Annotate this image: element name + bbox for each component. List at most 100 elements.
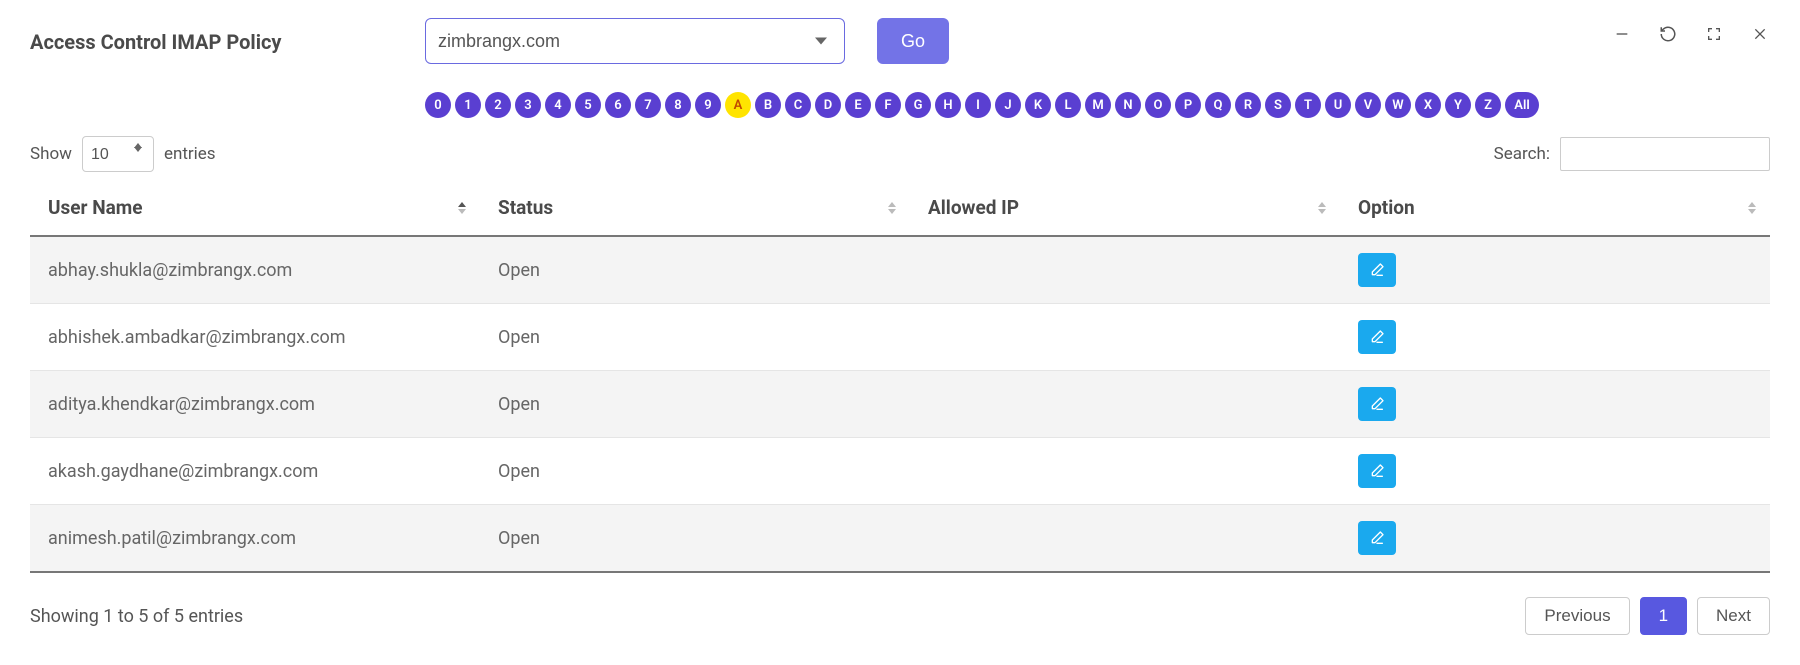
edit-icon	[1369, 463, 1385, 479]
minimize-icon[interactable]	[1612, 24, 1632, 44]
close-icon[interactable]	[1750, 24, 1770, 44]
previous-button[interactable]: Previous	[1525, 597, 1629, 635]
search-label: Search:	[1494, 144, 1550, 164]
col-ip-label: Allowed IP	[928, 196, 1019, 219]
alpha-9[interactable]: 9	[695, 92, 721, 118]
alpha-0[interactable]: 0	[425, 92, 451, 118]
edit-button[interactable]	[1358, 253, 1396, 287]
cell-allowed-ip	[910, 438, 1340, 505]
alpha-all[interactable]: All	[1505, 92, 1539, 118]
col-allowed-ip[interactable]: Allowed IP	[910, 180, 1340, 236]
alpha-y[interactable]: Y	[1445, 92, 1471, 118]
alpha-c[interactable]: C	[785, 92, 811, 118]
alpha-t[interactable]: T	[1295, 92, 1321, 118]
alpha-w[interactable]: W	[1385, 92, 1411, 118]
edit-icon	[1369, 396, 1385, 412]
page-title: Access Control IMAP Policy	[30, 30, 425, 54]
col-option-label: Option	[1358, 196, 1415, 219]
edit-button[interactable]	[1358, 387, 1396, 421]
table-row: akash.gaydhane@zimbrangx.comOpen	[30, 438, 1770, 505]
cell-username: animesh.patil@zimbrangx.com	[30, 505, 480, 573]
go-button[interactable]: Go	[877, 18, 949, 64]
alpha-s[interactable]: S	[1265, 92, 1291, 118]
table-row: abhishek.ambadkar@zimbrangx.comOpen	[30, 304, 1770, 371]
alpha-h[interactable]: H	[935, 92, 961, 118]
edit-icon	[1369, 262, 1385, 278]
cell-option	[1340, 236, 1770, 304]
alpha-6[interactable]: 6	[605, 92, 631, 118]
alpha-u[interactable]: U	[1325, 92, 1351, 118]
cell-status: Open	[480, 438, 910, 505]
length-select[interactable]: 10	[82, 136, 154, 172]
alpha-8[interactable]: 8	[665, 92, 691, 118]
col-username-label: User Name	[48, 196, 143, 219]
alpha-n[interactable]: N	[1115, 92, 1141, 118]
page-1[interactable]: 1	[1640, 597, 1687, 635]
edit-button[interactable]	[1358, 320, 1396, 354]
window-controls	[1612, 24, 1770, 44]
alpha-p[interactable]: P	[1175, 92, 1201, 118]
pagination: Previous 1 Next	[1525, 597, 1770, 635]
cell-allowed-ip	[910, 304, 1340, 371]
alpha-f[interactable]: F	[875, 92, 901, 118]
fullscreen-icon[interactable]	[1704, 24, 1724, 44]
alpha-d[interactable]: D	[815, 92, 841, 118]
alpha-g[interactable]: G	[905, 92, 931, 118]
cell-username: akash.gaydhane@zimbrangx.com	[30, 438, 480, 505]
alpha-3[interactable]: 3	[515, 92, 541, 118]
cell-status: Open	[480, 505, 910, 573]
length-control: Show 10 entries	[30, 136, 216, 172]
alpha-r[interactable]: R	[1235, 92, 1261, 118]
alpha-q[interactable]: Q	[1205, 92, 1231, 118]
alpha-4[interactable]: 4	[545, 92, 571, 118]
edit-button[interactable]	[1358, 454, 1396, 488]
edit-icon	[1369, 329, 1385, 345]
alpha-i[interactable]: I	[965, 92, 991, 118]
show-label: Show	[30, 144, 72, 164]
table-row: abhay.shukla@zimbrangx.comOpen	[30, 236, 1770, 304]
search-input[interactable]	[1560, 137, 1770, 171]
col-username[interactable]: User Name	[30, 180, 480, 236]
edit-button[interactable]	[1358, 521, 1396, 555]
alpha-m[interactable]: M	[1085, 92, 1111, 118]
users-table: User Name Status Allowed IP Option abhay…	[30, 180, 1770, 573]
cell-allowed-ip	[910, 236, 1340, 304]
col-option[interactable]: Option	[1340, 180, 1770, 236]
alpha-5[interactable]: 5	[575, 92, 601, 118]
domain-select[interactable]: zimbrangx.com	[425, 18, 845, 64]
alpha-e[interactable]: E	[845, 92, 871, 118]
alpha-7[interactable]: 7	[635, 92, 661, 118]
cell-option	[1340, 438, 1770, 505]
cell-option	[1340, 505, 1770, 573]
cell-status: Open	[480, 371, 910, 438]
alpha-1[interactable]: 1	[455, 92, 481, 118]
col-status[interactable]: Status	[480, 180, 910, 236]
table-info: Showing 1 to 5 of 5 entries	[30, 606, 243, 627]
alpha-j[interactable]: J	[995, 92, 1021, 118]
cell-option	[1340, 371, 1770, 438]
cell-allowed-ip	[910, 371, 1340, 438]
entries-label: entries	[164, 144, 216, 164]
alpha-b[interactable]: B	[755, 92, 781, 118]
cell-option	[1340, 304, 1770, 371]
alpha-k[interactable]: K	[1025, 92, 1051, 118]
alpha-z[interactable]: Z	[1475, 92, 1501, 118]
cell-status: Open	[480, 236, 910, 304]
cell-username: abhishek.ambadkar@zimbrangx.com	[30, 304, 480, 371]
cell-username: aditya.khendkar@zimbrangx.com	[30, 371, 480, 438]
alpha-v[interactable]: V	[1355, 92, 1381, 118]
alpha-l[interactable]: L	[1055, 92, 1081, 118]
alpha-o[interactable]: O	[1145, 92, 1171, 118]
col-status-label: Status	[498, 196, 553, 219]
cell-status: Open	[480, 304, 910, 371]
alpha-a[interactable]: A	[725, 92, 751, 118]
table-row: aditya.khendkar@zimbrangx.comOpen	[30, 371, 1770, 438]
cell-username: abhay.shukla@zimbrangx.com	[30, 236, 480, 304]
alpha-2[interactable]: 2	[485, 92, 511, 118]
search-control: Search:	[1494, 137, 1770, 171]
table-row: animesh.patil@zimbrangx.comOpen	[30, 505, 1770, 573]
next-button[interactable]: Next	[1697, 597, 1770, 635]
cell-allowed-ip	[910, 505, 1340, 573]
refresh-icon[interactable]	[1658, 24, 1678, 44]
alpha-x[interactable]: X	[1415, 92, 1441, 118]
